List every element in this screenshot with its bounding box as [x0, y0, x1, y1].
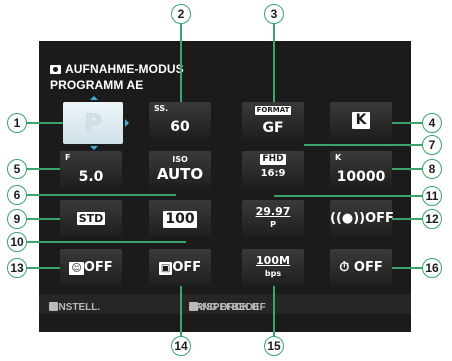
iso-label: ISO — [172, 155, 188, 164]
callout-11: 11 — [422, 186, 442, 206]
callout-5: 5 — [7, 159, 27, 179]
format-top: FORMAT — [254, 106, 292, 115]
stabilizer-value: OFF — [365, 211, 394, 226]
leader-9 — [26, 218, 60, 220]
shutter-speed-label: SS. — [154, 104, 169, 113]
header-title: AUFNAHME-MODUS — [65, 62, 184, 76]
movie-aspect-value: 16:9 — [260, 168, 286, 179]
header-line1: AUFNAHME-MODUS — [50, 62, 184, 76]
leader-6 — [26, 194, 176, 196]
header-line2: PROGRAMM AE — [50, 78, 144, 92]
face-detection-row: ☺ OFF — [60, 260, 122, 275]
leader-2 — [180, 22, 182, 102]
up-arrow-icon — [90, 96, 98, 100]
bitrate-unit: bps — [264, 269, 282, 278]
timecode-value: OFF — [353, 260, 383, 275]
leader-7 — [304, 144, 422, 146]
leader-10 — [26, 241, 186, 243]
white-balance-cell[interactable]: K — [330, 102, 392, 139]
callout-3: 3 — [264, 4, 284, 24]
callout-10: 10 — [7, 232, 27, 252]
film-simulation-value: STD — [76, 212, 106, 225]
callout-6: 6 — [7, 185, 27, 205]
leader-16 — [392, 267, 422, 269]
callout-9: 9 — [7, 209, 27, 229]
af-mode-value: OFF — [172, 260, 202, 275]
callout-4: 4 — [422, 113, 442, 133]
format-value: GF — [262, 120, 284, 136]
callout-15: 15 — [264, 336, 284, 356]
down-arrow-icon — [90, 146, 98, 150]
face-detection-cell[interactable]: ☺ OFF — [60, 249, 122, 286]
mode-cell[interactable]: P — [63, 102, 123, 144]
leader-14 — [180, 286, 182, 336]
leader-15 — [273, 286, 275, 336]
aperture-cell[interactable]: F 5.0 — [60, 151, 122, 188]
white-balance-value: K — [330, 112, 392, 129]
callout-8: 8 — [422, 159, 442, 179]
leader-4 — [392, 122, 422, 124]
iso-value: AUTO — [156, 165, 204, 183]
callout-1: 1 — [7, 113, 27, 133]
timecode-row: ⏱ OFF — [330, 260, 392, 275]
shutter-speed-value: 60 — [170, 119, 190, 135]
figure: AUFNAHME-MODUS PROGRAMM AE P SS. 60 FORM… — [0, 0, 452, 361]
color-temp-value: 10000 — [336, 169, 386, 185]
stabilizer-cell[interactable]: ((●))OFF — [330, 200, 394, 237]
timecode-cell[interactable]: ⏱ OFF — [330, 249, 392, 286]
frame-rate-cell[interactable]: 29.97 P — [242, 200, 304, 237]
mode-value: P — [84, 109, 102, 137]
face-icon: ☺ — [69, 262, 84, 275]
callout-7: 7 — [422, 135, 442, 155]
leader-12 — [392, 218, 422, 220]
movie-size-cell[interactable]: FHD 16:9 — [242, 151, 304, 188]
callout-16: 16 — [422, 258, 442, 278]
callout-14: 14 — [171, 336, 191, 356]
dynamic-range-value: 100 — [163, 211, 197, 228]
frame-rate-unit: P — [270, 220, 276, 229]
stabilizer-icon: ((●)) — [330, 211, 366, 226]
dynamic-range-cell[interactable]: 100 — [149, 200, 211, 237]
callout-2: 2 — [171, 4, 191, 24]
frame-rate-value: 29.97 — [255, 205, 291, 218]
leader-3 — [273, 22, 275, 102]
color-temp-cell[interactable]: K 10000 — [330, 151, 392, 188]
leader-13 — [26, 267, 60, 269]
callout-12: 12 — [422, 209, 442, 229]
af-mode-cell[interactable]: ▣ OFF — [149, 249, 211, 286]
aperture-value: 5.0 — [78, 169, 104, 185]
bitrate-value: 100M — [256, 254, 290, 267]
leader-5 — [26, 168, 60, 170]
leader-1 — [26, 122, 63, 124]
af-mode-row: ▣ OFF — [149, 260, 211, 275]
aperture-label: F — [65, 153, 71, 162]
movie-size-top: FHD — [260, 154, 286, 165]
bitrate-cell[interactable]: 100M bps — [242, 249, 304, 286]
format-cell[interactable]: FORMAT GF — [242, 102, 304, 139]
right-arrow-icon — [125, 119, 129, 127]
film-simulation-cell[interactable]: STD — [60, 200, 122, 237]
leader-11 — [274, 195, 422, 197]
timecode-icon: ⏱ — [339, 260, 354, 275]
leader-8 — [392, 168, 422, 170]
af-icon: ▣ — [158, 262, 173, 275]
shutter-speed-cell[interactable]: SS. 60 — [149, 102, 211, 139]
footer-bar: EINSTELL. LANG DRCK B AR/SPEI BEDEF — [39, 294, 411, 314]
face-detection-value: OFF — [83, 260, 113, 275]
callout-13: 13 — [7, 258, 27, 278]
movie-camera-icon — [50, 65, 61, 74]
iso-cell[interactable]: ISO AUTO — [149, 151, 211, 188]
stabilizer-row: ((●))OFF — [330, 211, 394, 226]
color-temp-label: K — [335, 153, 342, 162]
